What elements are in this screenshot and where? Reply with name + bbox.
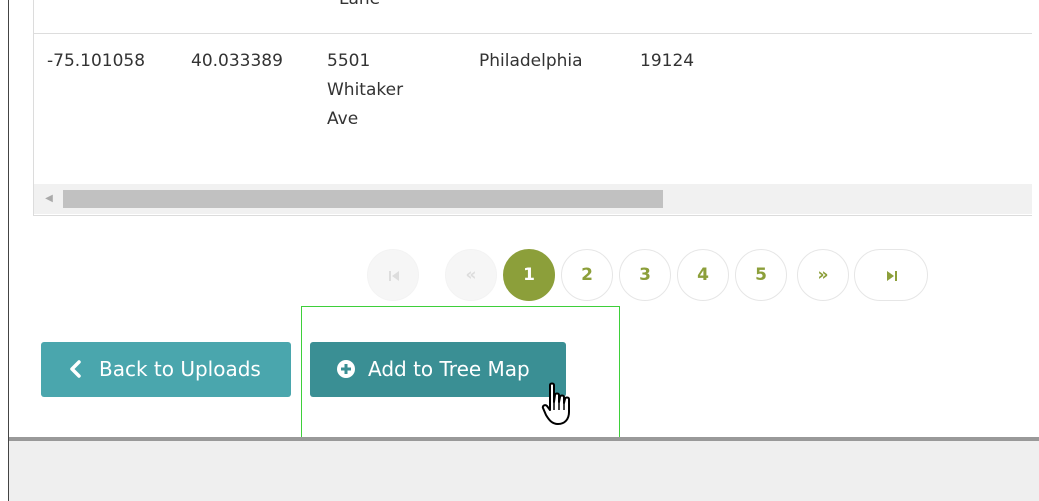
last-page-button[interactable] <box>854 249 928 301</box>
page-button-1[interactable]: 1 <box>503 249 555 301</box>
address-line: 5501 <box>327 51 371 71</box>
scroll-left-arrow-icon[interactable]: ◀ <box>42 189 56 209</box>
hand-pointer-cursor-icon <box>541 382 570 425</box>
address-line: Ave <box>327 109 359 129</box>
clipped-address-cell: Lane <box>339 0 380 10</box>
cell-zip: 19124 <box>640 51 695 71</box>
first-page-icon <box>389 271 399 281</box>
page-footer <box>9 441 1039 501</box>
prev-page-button[interactable]: « <box>445 249 497 301</box>
address-line: Whitaker <box>327 80 404 100</box>
page-button-5[interactable]: 5 <box>735 249 787 301</box>
page-button-3[interactable]: 3 <box>619 249 671 301</box>
cell-city: Philadelphia <box>479 51 583 71</box>
results-table: Lane -75.101058 40.033389 5501 Whitaker … <box>33 0 1032 216</box>
back-to-uploads-button[interactable]: Back to Uploads <box>41 342 291 397</box>
scrollbar-thumb[interactable] <box>63 190 663 208</box>
cell-longitude: -75.101058 <box>47 51 146 71</box>
chevron-left-icon <box>70 360 81 378</box>
horizontal-scrollbar[interactable]: ◀ <box>34 184 1032 214</box>
back-button-label: Back to Uploads <box>99 357 261 381</box>
page-button-2[interactable]: 2 <box>561 249 613 301</box>
page-button-4[interactable]: 4 <box>677 249 729 301</box>
cell-address: 5501 Whitaker Ave <box>327 47 403 134</box>
previous-row: Lane <box>34 0 1032 34</box>
next-page-button[interactable]: » <box>797 249 849 301</box>
table-row: -75.101058 40.033389 5501 Whitaker Ave P… <box>34 34 1032 184</box>
cell-latitude: 40.033389 <box>191 51 283 71</box>
last-page-icon <box>887 271 897 281</box>
first-page-button[interactable] <box>367 249 419 301</box>
